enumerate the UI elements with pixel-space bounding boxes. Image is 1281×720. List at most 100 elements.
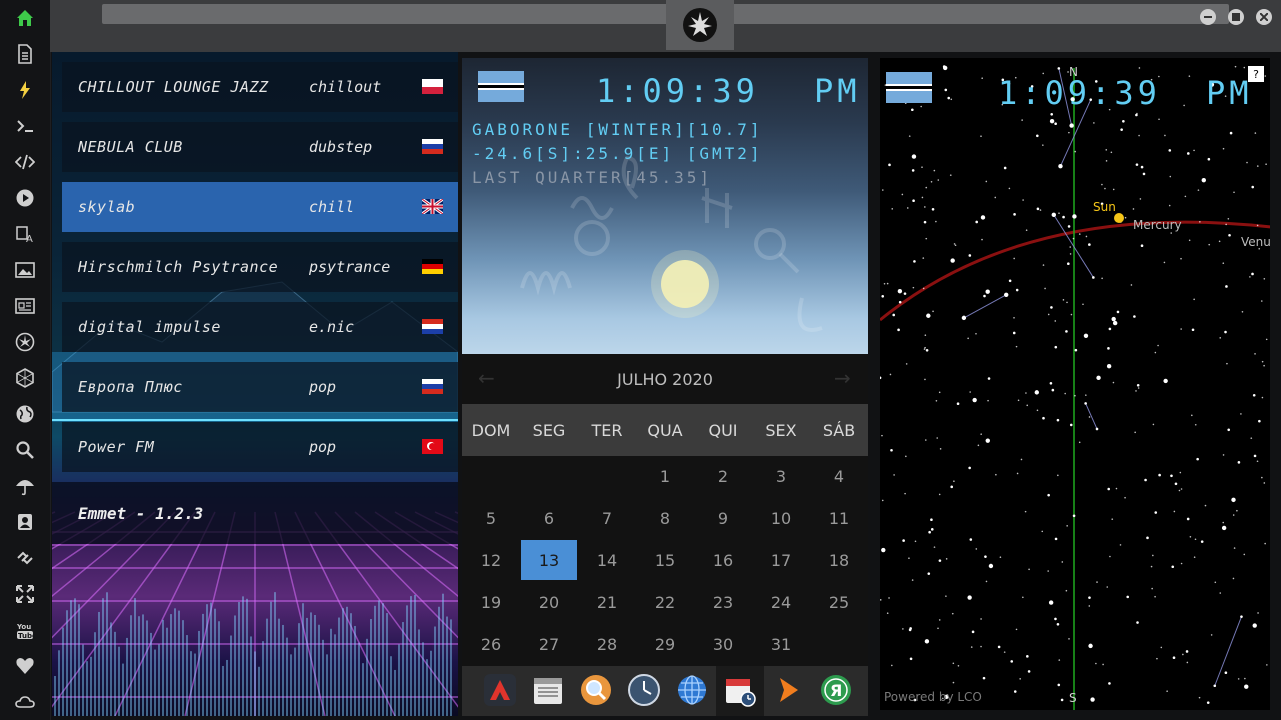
umbrella-icon[interactable] [0, 468, 50, 504]
calendar-day[interactable]: 22 [637, 582, 693, 622]
translate-icon[interactable]: A [0, 216, 50, 252]
calendar-day[interactable]: 27 [521, 624, 577, 664]
station-name: Европа Плюс [78, 378, 183, 396]
yandex-icon[interactable]: Я [817, 671, 855, 709]
starmap-ampm: PM [1206, 74, 1253, 112]
calendar-day[interactable]: 12 [463, 540, 519, 580]
weekday-label: SEX [765, 420, 797, 440]
prev-month-icon[interactable]: ← [478, 366, 495, 390]
search-icon[interactable] [0, 432, 50, 468]
calendar-day[interactable]: 26 [463, 624, 519, 664]
close-button[interactable] [1256, 9, 1272, 25]
calendar-day[interactable]: 5 [463, 498, 519, 538]
rebel-icon[interactable] [0, 324, 50, 360]
calendar-day[interactable]: 14 [579, 540, 635, 580]
calendar-day[interactable]: 3 [753, 456, 809, 496]
station-item[interactable]: NEBULA CLUB dubstep [62, 122, 458, 172]
calendar-day[interactable]: 6 [521, 498, 577, 538]
station-name: Power FM [78, 438, 155, 456]
clock-icon[interactable] [625, 671, 663, 709]
hexagon-icon[interactable] [0, 360, 50, 396]
credit-text: Powered by LCO [884, 690, 982, 704]
weekday-label: SÁB [822, 420, 856, 440]
globe-icon[interactable] [673, 671, 711, 709]
starmap-time: 1:09:39 [998, 74, 1161, 112]
russia-flag-icon [422, 139, 443, 154]
weather-time: 1:09:39 [596, 72, 759, 110]
station-item[interactable]: Power FM pop [62, 422, 458, 472]
calendar-day[interactable]: 7 [579, 498, 635, 538]
calendar-day[interactable]: 15 [637, 540, 693, 580]
calendar-day[interactable]: 10 [753, 498, 809, 538]
minimize-button[interactable] [1200, 9, 1216, 25]
calendar-day[interactable]: 18 [811, 540, 867, 580]
calendar-day[interactable]: 17 [753, 540, 809, 580]
uk-flag-icon [422, 199, 443, 214]
calendar-day[interactable]: 24 [753, 582, 809, 622]
mercury-label: Mercury [1133, 218, 1182, 232]
calendar-day[interactable]: 28 [579, 624, 635, 664]
station-item[interactable]: CHILLOUT LOUNGE JAZZ chillout [62, 62, 458, 112]
expand-icon[interactable] [0, 576, 50, 612]
heart-icon[interactable] [0, 648, 50, 684]
news-icon[interactable] [0, 288, 50, 324]
calendar-app-icon[interactable] [529, 671, 567, 709]
calendar-day[interactable]: 30 [695, 624, 751, 664]
maximize-button[interactable] [1228, 9, 1244, 25]
terminal-icon[interactable] [0, 108, 50, 144]
code-icon[interactable] [0, 144, 50, 180]
document-icon[interactable] [0, 36, 50, 72]
calendar-day[interactable]: 1 [637, 456, 693, 496]
youtube-icon[interactable]: You Tube [0, 612, 50, 648]
calendar-day[interactable]: 21 [579, 582, 635, 622]
starmap-flag [886, 72, 932, 103]
calendar-clock-icon[interactable] [716, 666, 764, 716]
venus-label: Venu [1241, 235, 1270, 249]
cloud-icon[interactable] [0, 684, 50, 720]
station-item[interactable]: skylab chill [62, 182, 458, 232]
station-genre: pop [309, 378, 337, 396]
station-item[interactable]: Европа Плюс pop [62, 362, 458, 412]
calendar-day[interactable]: 20 [521, 582, 577, 622]
calendar-day[interactable]: 31 [753, 624, 809, 664]
calendar-day[interactable]: 16 [695, 540, 751, 580]
dock: Я [462, 666, 868, 716]
arrow-icon[interactable] [769, 671, 807, 709]
svg-text:A: A [26, 234, 33, 244]
rebel-alliance-icon[interactable] [666, 0, 734, 50]
calendar-day[interactable]: 23 [695, 582, 751, 622]
station-name: Hirschmilch Psytrance [78, 258, 279, 276]
lightning-icon[interactable] [0, 72, 50, 108]
play-icon[interactable] [0, 180, 50, 216]
calendar-day[interactable]: 2 [695, 456, 751, 496]
station-genre: chillout [309, 78, 382, 96]
weather-coordinates: -24.6[S]:25.9[E] [GMT2] [472, 144, 763, 163]
next-month-icon[interactable]: → [834, 366, 851, 390]
contacts-icon[interactable] [0, 504, 50, 540]
search-icon[interactable] [577, 671, 615, 709]
app-launcher-icon[interactable] [481, 671, 519, 709]
calendar-day[interactable]: 25 [811, 582, 867, 622]
calendar-day[interactable]: 4 [811, 456, 867, 496]
home-icon[interactable] [0, 0, 50, 36]
calendar-day[interactable]: 9 [695, 498, 751, 538]
star-map[interactable]: 1:09:39 PM N S ? Sun Mercury Venu Powere… [880, 58, 1270, 710]
station-item[interactable]: digital impulse e.nic [62, 302, 458, 352]
station-genre: psytrance [309, 258, 391, 276]
help-button[interactable]: ? [1248, 66, 1264, 82]
calendar-day[interactable]: 8 [637, 498, 693, 538]
weekday-row: DOM SEG TER QUA QUI SEX SÁB [462, 404, 868, 456]
south-label: S [1069, 691, 1077, 705]
image-icon[interactable] [0, 252, 50, 288]
link-icon[interactable] [0, 540, 50, 576]
calendar-day[interactable]: 19 [463, 582, 519, 622]
svg-text:Я: Я [830, 681, 842, 700]
calendar-month: JULHO 2020 [617, 369, 713, 389]
calendar-day[interactable]: 11 [811, 498, 867, 538]
globe-icon[interactable] [0, 396, 50, 432]
station-item[interactable]: Hirschmilch Psytrance psytrance [62, 242, 458, 292]
sidebar: A You Tube [0, 0, 51, 720]
calendar-day-today[interactable]: 13 [521, 540, 577, 580]
calendar-day[interactable]: 29 [637, 624, 693, 664]
calendar-header: ← JULHO 2020 → [462, 354, 868, 404]
